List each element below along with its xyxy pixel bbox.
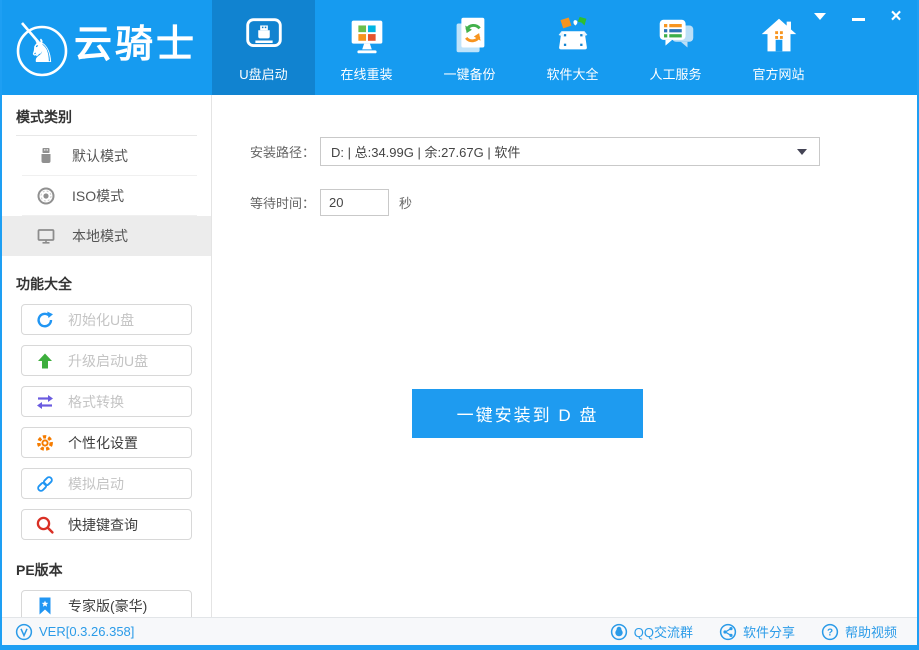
usb-boot-icon bbox=[241, 13, 287, 59]
footer: VER[0.3.26.358] QQ交流群 bbox=[2, 617, 917, 645]
tab-label: 官方网站 bbox=[752, 64, 804, 83]
chat-service-icon bbox=[653, 13, 699, 59]
init-usb-button[interactable]: 初始化U盘 bbox=[21, 304, 192, 335]
sidebar-item-label: 本地模式 bbox=[72, 226, 128, 246]
wait-time-unit: 秒 bbox=[399, 193, 412, 212]
refresh-icon bbox=[35, 310, 55, 330]
footer-link-label: QQ交流群 bbox=[634, 622, 693, 641]
svg-text:♞: ♞ bbox=[28, 33, 57, 69]
func-label: 个性化设置 bbox=[68, 433, 138, 453]
online-reinstall-icon bbox=[344, 13, 390, 59]
footer-link-label: 软件分享 bbox=[743, 622, 795, 641]
software-box-icon bbox=[550, 13, 596, 59]
format-convert-button[interactable]: 格式转换 bbox=[21, 386, 192, 417]
footer-link-label: 帮助视频 bbox=[845, 622, 897, 641]
arrow-up-icon bbox=[35, 351, 55, 371]
personalize-button[interactable]: 个性化设置 bbox=[21, 427, 192, 458]
section-title-functions: 功能大全 bbox=[16, 274, 197, 294]
close-icon[interactable]: × bbox=[887, 7, 905, 25]
bookmark-star-icon bbox=[35, 596, 55, 616]
tab-label: 软件大全 bbox=[546, 64, 598, 83]
sidebar-item-default-mode[interactable]: 默认模式 bbox=[2, 136, 211, 176]
tab-software[interactable]: 软件大全 bbox=[521, 0, 624, 95]
menu-caret-icon[interactable] bbox=[811, 7, 829, 25]
install-path-label: 安装路径： bbox=[250, 142, 320, 161]
question-icon: ? bbox=[821, 623, 839, 641]
wait-time-input[interactable] bbox=[320, 189, 389, 216]
wait-time-label: 等待时间： bbox=[250, 193, 320, 212]
home-website-icon bbox=[756, 13, 802, 59]
tab-label: 一键备份 bbox=[443, 64, 495, 83]
disc-icon bbox=[36, 186, 56, 206]
monitor-icon bbox=[36, 226, 56, 246]
tab-online-reinstall[interactable]: 在线重装 bbox=[315, 0, 418, 95]
version-icon bbox=[15, 623, 33, 641]
window-controls: × bbox=[811, 7, 905, 25]
tab-backup[interactable]: 一键备份 bbox=[418, 0, 521, 95]
sidebar: 模式类别 默认模式 bbox=[2, 95, 212, 617]
help-video-link[interactable]: ? 帮助视频 bbox=[821, 622, 897, 641]
backup-icon bbox=[447, 13, 493, 59]
chevron-down-icon bbox=[797, 149, 807, 155]
usb-icon bbox=[36, 146, 56, 166]
tab-service[interactable]: 人工服务 bbox=[624, 0, 727, 95]
svg-text:?: ? bbox=[827, 627, 833, 638]
tab-label: 在线重装 bbox=[340, 64, 392, 83]
sidebar-item-label: 默认模式 bbox=[72, 146, 128, 166]
section-title-pe: PE版本 bbox=[16, 560, 197, 580]
link-icon bbox=[35, 474, 55, 494]
app-logo: ♞ 云骑士 bbox=[2, 0, 212, 95]
transfer-icon bbox=[35, 392, 55, 412]
version-info[interactable]: VER[0.3.26.358] bbox=[15, 623, 134, 641]
window-bottom-border bbox=[2, 645, 917, 650]
gear-icon bbox=[35, 433, 55, 453]
minimize-icon[interactable] bbox=[849, 7, 867, 25]
qq-group-link[interactable]: QQ交流群 bbox=[610, 622, 693, 641]
qq-icon bbox=[610, 623, 628, 641]
share-icon bbox=[719, 623, 737, 641]
func-label: 模拟启动 bbox=[68, 474, 124, 494]
share-link[interactable]: 软件分享 bbox=[719, 622, 795, 641]
section-title-mode: 模式类别 bbox=[16, 107, 197, 127]
logo-text: 云骑士 bbox=[74, 26, 197, 70]
install-to-d-button[interactable]: 一键安装到 D 盘 bbox=[412, 389, 643, 438]
app-window: ♞ 云骑士 U盘启动 bbox=[0, 0, 919, 650]
header: ♞ 云骑士 U盘启动 bbox=[2, 0, 917, 95]
func-label: 格式转换 bbox=[68, 392, 124, 412]
main-panel: 安装路径： D: | 总:34.99G | 余:27.67G | 软件 等待时间… bbox=[212, 95, 917, 617]
func-label: 初始化U盘 bbox=[68, 310, 134, 330]
func-label: 快捷键查询 bbox=[68, 515, 138, 535]
sidebar-item-label: ISO模式 bbox=[72, 186, 124, 206]
tab-label: 人工服务 bbox=[649, 64, 701, 83]
knight-logo-icon: ♞ bbox=[12, 17, 68, 79]
func-label: 专家版(豪华) bbox=[68, 596, 147, 616]
tab-label: U盘启动 bbox=[239, 64, 287, 83]
search-icon bbox=[35, 515, 55, 535]
sidebar-item-iso-mode[interactable]: ISO模式 bbox=[2, 176, 211, 216]
version-text: VER[0.3.26.358] bbox=[39, 624, 134, 639]
simulate-boot-button[interactable]: 模拟启动 bbox=[21, 468, 192, 499]
tab-usb-boot[interactable]: U盘启动 bbox=[212, 0, 315, 95]
hotkey-query-button[interactable]: 快捷键查询 bbox=[21, 509, 192, 540]
upgrade-usb-button[interactable]: 升级启动U盘 bbox=[21, 345, 192, 376]
func-label: 升级启动U盘 bbox=[68, 351, 148, 371]
install-path-value: D: | 总:34.99G | 余:27.67G | 软件 bbox=[331, 142, 520, 161]
sidebar-item-local-mode[interactable]: 本地模式 bbox=[2, 216, 211, 256]
install-path-select[interactable]: D: | 总:34.99G | 余:27.67G | 软件 bbox=[320, 137, 820, 166]
